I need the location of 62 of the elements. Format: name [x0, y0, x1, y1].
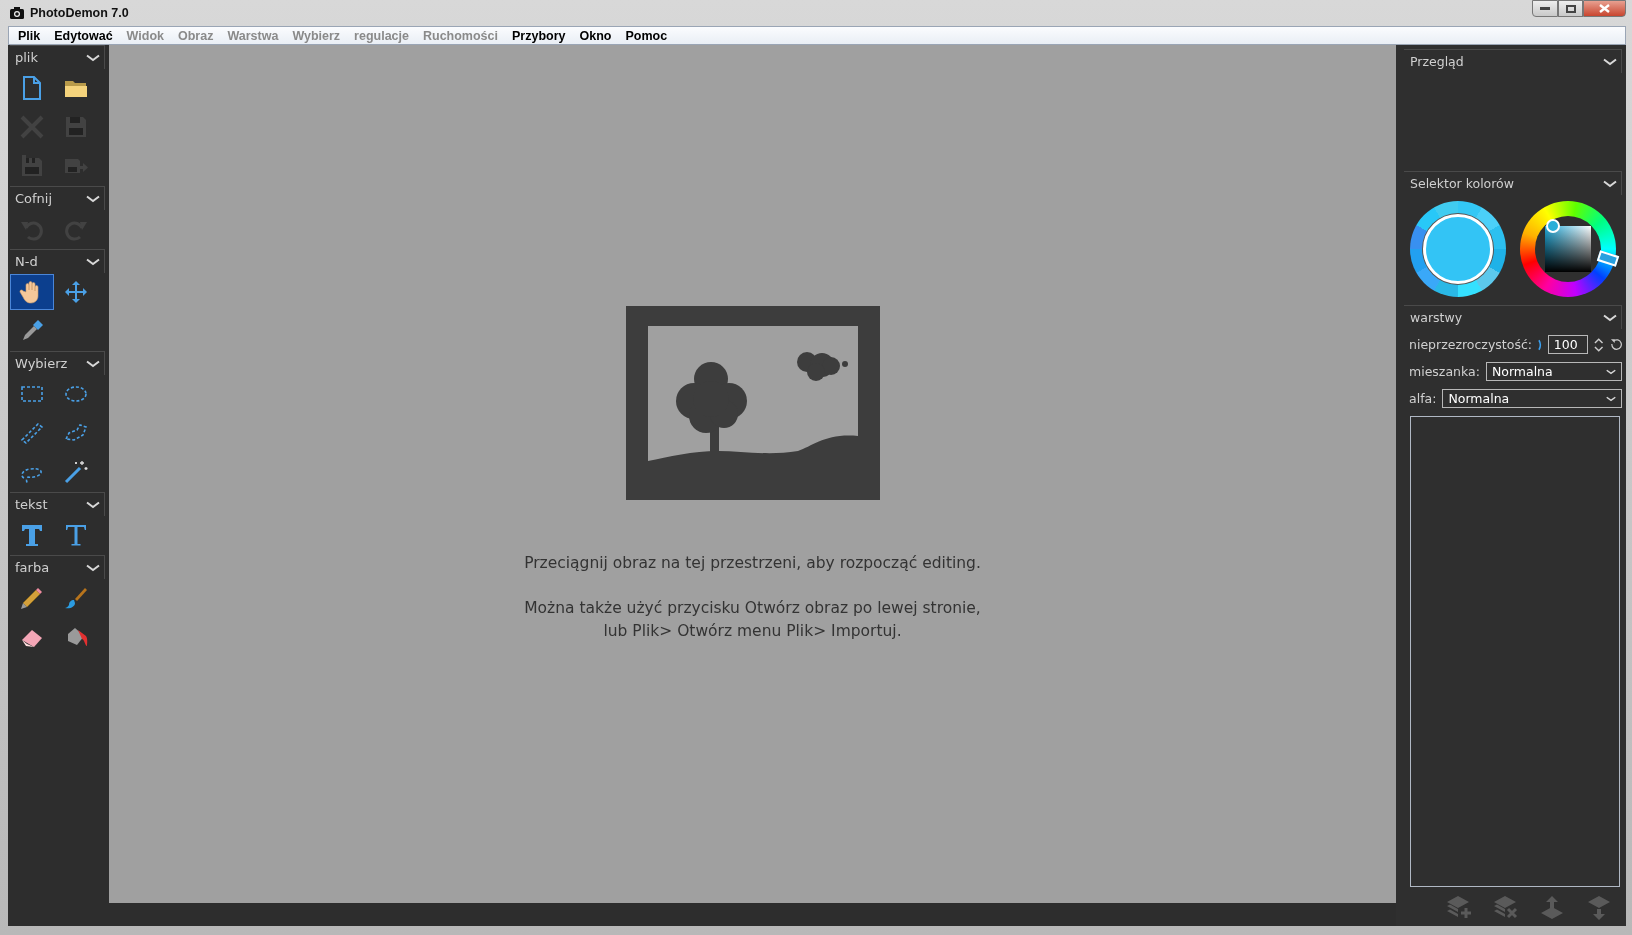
section-title: Cofnij	[15, 191, 53, 206]
section-header[interactable]: tekst	[10, 492, 105, 516]
reset-icon[interactable]	[1609, 338, 1622, 351]
close-button[interactable]	[1583, 0, 1626, 17]
menu-item[interactable]: Edytować	[47, 28, 120, 43]
drop-hint-text: Przeciągnij obraz na tej przestrzeni, aby rozpocząć editing.	[524, 553, 981, 574]
section-header[interactable]: N-d	[10, 249, 105, 273]
window-title: PhotoDemon 7.0	[30, 6, 130, 20]
alpha-mode-dropdown[interactable]: Normalna	[1442, 389, 1622, 408]
panel-header[interactable]: Przegląd	[1404, 49, 1622, 73]
panel-title: warstwy	[1410, 310, 1463, 325]
section-title: farba	[15, 560, 50, 575]
camera-icon	[10, 7, 24, 19]
panel-title: Przegląd	[1410, 54, 1464, 69]
field-label: mieszanka:	[1409, 364, 1480, 379]
tool-button[interactable]	[10, 274, 54, 310]
section-header[interactable]: Wybierz	[10, 351, 105, 375]
menu-item[interactable]: Przybory	[505, 28, 573, 43]
panel-header[interactable]: Selektor kolorów	[1404, 171, 1622, 195]
brush-icon	[63, 585, 89, 611]
section-title: plik	[15, 50, 38, 65]
magic-wand-icon	[63, 459, 89, 485]
spinner-icon[interactable]	[1594, 336, 1604, 353]
section-header[interactable]: Cofnij	[10, 186, 105, 210]
chevron-down-icon[interactable]	[1603, 313, 1617, 322]
panel-title: Selektor kolorów	[1410, 176, 1514, 191]
menu-item[interactable]: Okno	[572, 28, 619, 43]
minimize-icon	[1540, 7, 1550, 10]
field-label: alfa:	[1409, 391, 1437, 406]
menu-item[interactable]: Pomoc	[618, 28, 675, 43]
chevron-down-icon[interactable]	[1603, 57, 1617, 66]
pencil-icon	[19, 585, 45, 611]
opacity-input[interactable]: 100	[1547, 335, 1589, 354]
chevron-down-icon[interactable]	[86, 257, 100, 266]
section-title: Wybierz	[15, 356, 68, 371]
maximize-button[interactable]	[1558, 0, 1583, 17]
help-text-line: lub Plik> Otwórz menu Plik> Importuj.	[602, 621, 903, 642]
help-text-line: Można także użyć przycisku Otwórz obraz po lewej stronie,	[524, 598, 981, 619]
section-title: N-d	[15, 254, 38, 269]
dashed-line-icon	[19, 420, 45, 446]
menu-item[interactable]: Plik	[11, 28, 48, 43]
arc-icon	[1538, 338, 1542, 351]
serif-text-icon	[63, 522, 89, 548]
section-header[interactable]: farba	[10, 555, 105, 579]
blend-mode-dropdown[interactable]: Normalna	[1485, 362, 1622, 381]
maximize-icon	[1565, 4, 1576, 13]
panel-header[interactable]: warstwy	[1404, 305, 1622, 329]
close-icon	[1599, 4, 1610, 13]
floppy-disks-icon	[19, 153, 45, 179]
chevron-down-icon[interactable]	[86, 194, 100, 203]
field-label: nieprzezroczystość:	[1409, 337, 1532, 352]
landscape-picture-icon	[625, 306, 880, 500]
four-way-arrow-icon	[63, 279, 89, 305]
section-title: tekst	[15, 497, 48, 512]
minimize-button[interactable]	[1532, 0, 1558, 17]
chevron-down-icon[interactable]	[1603, 179, 1617, 188]
chevron-down-icon[interactable]	[86, 359, 100, 368]
chevron-down-icon[interactable]	[86, 500, 100, 509]
bold-text-icon	[19, 522, 45, 548]
section-header[interactable]: plik	[10, 45, 105, 69]
chevron-down-icon[interactable]	[86, 53, 100, 62]
chevron-down-icon[interactable]	[86, 563, 100, 572]
